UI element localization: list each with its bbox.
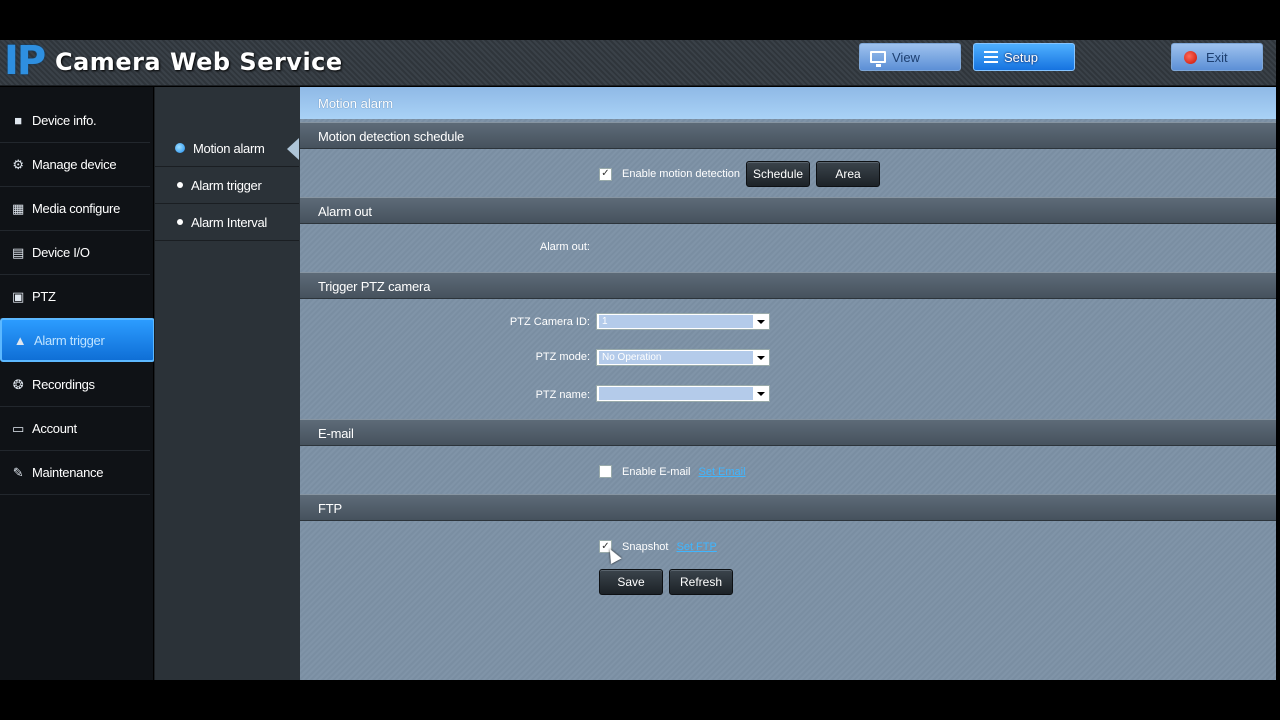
setup-button-label: Setup — [1004, 49, 1038, 65]
nav-item-label: Device info. — [32, 113, 97, 128]
bullet-icon — [177, 219, 183, 225]
io-port-icon: ▤ — [12, 244, 24, 260]
subnav-item-alarm-trigger[interactable]: Alarm trigger — [155, 167, 299, 204]
wrench-icon: ✎ — [12, 464, 24, 480]
snapshot-label: Snapshot — [622, 540, 669, 553]
nav-item-label: Media configure — [32, 201, 120, 216]
ptz-mode-label: PTZ mode: — [535, 351, 590, 363]
reel-icon: ❂ — [12, 376, 24, 392]
nav-item-label: Device I/O — [32, 245, 90, 260]
alarm-out-row: Alarm out: — [490, 241, 590, 253]
ptz-icon: ▣ — [12, 288, 24, 304]
view-button[interactable]: View — [859, 43, 961, 71]
chevron-down-icon — [757, 392, 765, 396]
refresh-button[interactable]: Refresh — [669, 569, 733, 595]
app-header: IP Camera Web Service View Setup Exit — [0, 38, 1276, 86]
set-email-link[interactable]: Set Email — [698, 466, 745, 478]
alarm-bell-icon: ▲ — [13, 332, 27, 348]
section-header-ptz: Trigger PTZ camera — [300, 272, 1276, 299]
subnav-item-label: Alarm trigger — [191, 177, 262, 193]
ptz-camera-id-value: 1 — [599, 315, 753, 328]
ptz-mode-select[interactable]: No Operation — [596, 349, 770, 366]
setup-button[interactable]: Setup — [973, 43, 1075, 71]
enable-email-label: Enable E-mail — [622, 465, 691, 478]
section-header-alarm-out: Alarm out — [300, 197, 1276, 224]
page-title: Motion alarm — [300, 87, 1276, 119]
schedule-button[interactable]: Schedule — [746, 161, 811, 187]
letterbox-bottom — [0, 680, 1280, 720]
alarm-out-label: Alarm out: — [539, 241, 590, 253]
active-pointer-arrow — [287, 138, 299, 160]
nav-item-label: Maintenance — [32, 465, 104, 480]
logo-mark: IP — [4, 38, 46, 84]
main-panel: Motion alarm Motion detection schedule E… — [300, 87, 1276, 680]
form-actions: Save Refresh — [599, 569, 733, 595]
set-ftp-link[interactable]: Set FTP — [676, 541, 716, 553]
section-header-motion: Motion detection schedule — [300, 122, 1276, 149]
bullet-icon — [175, 143, 185, 153]
monitor-icon: ▭ — [12, 420, 24, 436]
save-button[interactable]: Save — [599, 569, 663, 595]
area-button[interactable]: Area — [816, 161, 881, 187]
ptz-mode-value: No Operation — [599, 351, 753, 364]
subnav-item-alarm-interval[interactable]: Alarm Interval — [155, 204, 299, 241]
email-enable-row: Enable E-mail Set Email — [599, 465, 746, 478]
letterbox-right — [1276, 40, 1280, 680]
ptz-camera-id-label: PTZ Camera ID: — [509, 316, 590, 328]
exit-button[interactable]: Exit — [1171, 43, 1263, 71]
nav-item-label: Account — [32, 421, 77, 436]
nav-item-maintenance[interactable]: ✎ Maintenance — [0, 451, 150, 495]
letterbox-top — [0, 0, 1280, 40]
gear-icon: ⚙ — [12, 156, 24, 172]
subnav-item-label: Motion alarm — [193, 140, 265, 156]
ptz-mode-row: PTZ mode: — [440, 351, 590, 363]
nav-item-recordings[interactable]: ❂ Recordings — [0, 363, 150, 407]
power-icon — [1184, 50, 1197, 64]
section-header-email: E-mail — [300, 419, 1276, 446]
nav-item-label: PTZ — [32, 289, 56, 304]
monitor-icon — [870, 51, 886, 67]
nav-item-alarm-trigger[interactable]: ▲ Alarm trigger — [0, 318, 155, 362]
view-button-label: View — [892, 49, 920, 65]
exit-button-label: Exit — [1206, 49, 1228, 65]
film-icon: ▦ — [12, 200, 24, 216]
left-nav: ■ Device info. ⚙ Manage device ▦ Media c… — [0, 87, 155, 680]
app-title: Camera Web Service — [55, 48, 343, 76]
nav-item-label: Manage device — [32, 157, 117, 172]
enable-motion-checkbox[interactable] — [599, 167, 612, 181]
subnav-item-label: Alarm Interval — [191, 214, 267, 230]
nav-item-device-info[interactable]: ■ Device info. — [0, 99, 150, 143]
nav-item-label: Recordings — [32, 377, 95, 392]
ptz-camera-id-row: PTZ Camera ID: — [440, 316, 590, 328]
ptz-name-select[interactable] — [596, 385, 770, 402]
nav-item-manage-device[interactable]: ⚙ Manage device — [0, 143, 150, 187]
nav-item-account[interactable]: ▭ Account — [0, 407, 150, 451]
subnav-item-motion-alarm[interactable]: Motion alarm — [155, 130, 299, 167]
ptz-name-label: PTZ name: — [535, 389, 590, 401]
bullet-icon — [177, 182, 183, 188]
motion-enable-row: Enable motion detection Schedule Area — [599, 161, 881, 187]
nav-item-media-configure[interactable]: ▦ Media configure — [0, 187, 150, 231]
nav-item-device-io[interactable]: ▤ Device I/O — [0, 231, 150, 275]
list-icon — [984, 51, 998, 63]
camera-icon: ■ — [14, 113, 22, 128]
chevron-down-icon — [757, 320, 765, 324]
chevron-down-icon — [757, 356, 765, 360]
enable-motion-label: Enable motion detection — [622, 168, 741, 180]
nav-item-label: Alarm trigger — [34, 332, 105, 348]
enable-email-checkbox[interactable] — [599, 465, 612, 478]
sub-nav: Motion alarm Alarm trigger Alarm Interva… — [154, 87, 300, 680]
ptz-name-value — [599, 387, 753, 400]
section-header-ftp: FTP — [300, 494, 1276, 521]
nav-item-ptz[interactable]: ▣ PTZ — [0, 275, 150, 319]
ptz-name-row: PTZ name: — [440, 389, 590, 401]
ptz-camera-id-select[interactable]: 1 — [596, 313, 770, 330]
